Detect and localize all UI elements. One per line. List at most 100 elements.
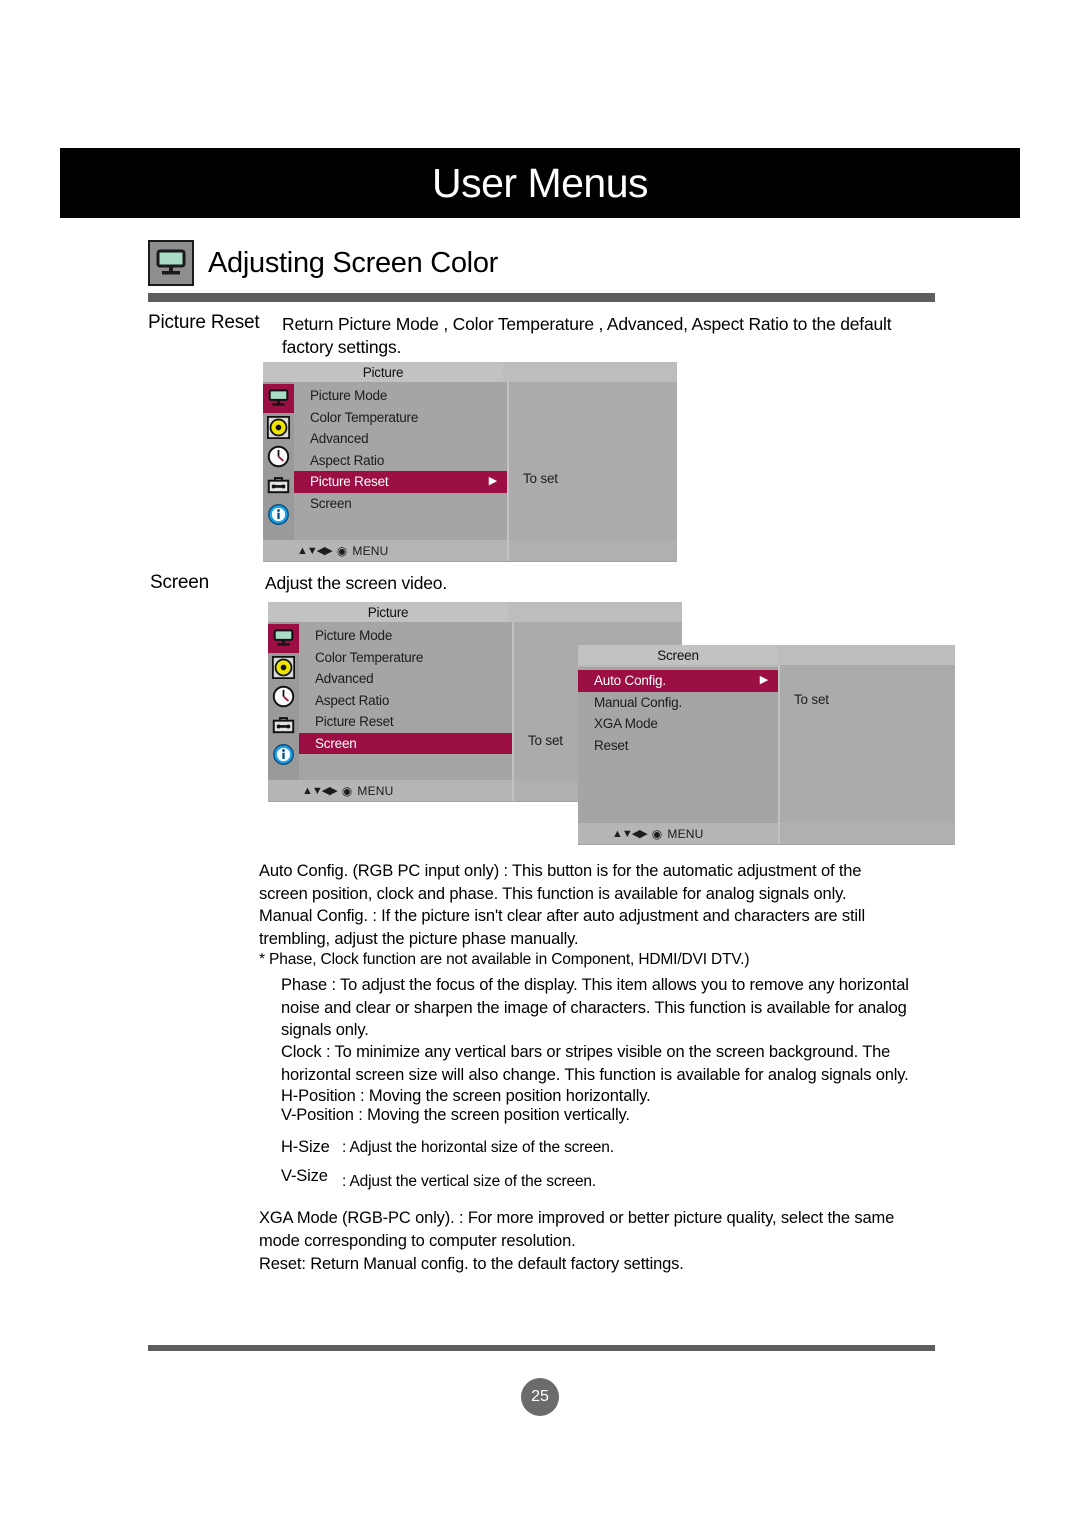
osd-item-picture-reset[interactable]: Picture Reset ▶	[294, 471, 507, 493]
osd-title-row: Picture	[263, 362, 677, 382]
osd-item-label: Picture Mode	[310, 388, 388, 404]
osd-item-color-temperature[interactable]: Color Temperature	[294, 407, 507, 429]
picture-reset-label: Picture Reset	[148, 312, 260, 333]
osd-title: Picture	[268, 602, 508, 622]
menu-label: MENU	[352, 543, 389, 558]
rail-icon-info[interactable]	[268, 740, 299, 769]
osd-item-xga-mode[interactable]: XGA Mode	[578, 713, 778, 735]
osd-body: Auto Config. ▶ Manual Config. XGA Mode R…	[578, 665, 955, 823]
osd-item-picture-reset[interactable]: Picture Reset	[299, 711, 512, 733]
osd-right-pane: To set	[507, 382, 677, 540]
h-size-label: H-Size	[281, 1138, 330, 1156]
osd-item-aspect-ratio[interactable]: Aspect Ratio	[294, 450, 507, 472]
osd-title-right-pane	[508, 602, 682, 622]
v-size-label: V-Size	[281, 1167, 328, 1185]
osd-item-label: Aspect Ratio	[315, 692, 390, 708]
rail-icon-toolbox[interactable]	[263, 471, 294, 500]
osd-title-right-pane	[503, 362, 677, 382]
nav-arrows-icon: ▲▼◀▶	[297, 545, 333, 557]
nav-arrows-icon: ▲▼◀▶	[302, 785, 338, 797]
phase-description: Phase : To adjust the focus of the displ…	[281, 976, 909, 1039]
osd-right-pane: To set	[778, 665, 955, 823]
manual-config-description: Manual Config. : If the picture isn't cl…	[259, 907, 865, 948]
screen-label: Screen	[150, 572, 210, 593]
phase-clock-note: * Phase, Clock function are not availabl…	[259, 951, 750, 968]
osd-item-list[interactable]: Picture Mode Color Temperature Advanced …	[294, 382, 507, 540]
menu-label: MENU	[667, 826, 704, 841]
osd-item-list[interactable]: Picture Mode Color Temperature Advanced …	[299, 622, 512, 780]
xga-mode-description: XGA Mode (RGB-PC only). : For more impro…	[259, 1209, 895, 1250]
osd-category-rail[interactable]	[263, 382, 294, 540]
reset-description: Reset: Return Manual config. to the defa…	[259, 1255, 684, 1273]
osd-category-rail[interactable]	[268, 622, 299, 780]
auto-config-description: Auto Config. (RGB PC input only) : This …	[259, 862, 862, 903]
osd-title: Picture	[263, 362, 503, 382]
osd-item-label: Picture Reset	[310, 474, 389, 490]
osd-item-advanced[interactable]: Advanced	[294, 428, 507, 450]
osd-nav-hints: ▲▼◀▶ ◉ MENU	[268, 780, 512, 801]
ok-dot-icon: ◉	[651, 826, 663, 841]
osd-item-label: XGA Mode	[594, 716, 658, 732]
osd-item-picture-mode[interactable]: Picture Mode	[294, 385, 507, 407]
osd-footer: ▲▼◀▶ ◉ MENU	[578, 823, 955, 844]
rail-icon-info[interactable]	[263, 500, 294, 529]
rail-icon-clock[interactable]	[263, 442, 294, 471]
v-size-description: : Adjust the vertical size of the screen…	[342, 1173, 597, 1190]
osd-item-advanced[interactable]: Advanced	[299, 668, 512, 690]
osd-menu-picture-reset[interactable]: Picture Picture Mode Color Temperature A…	[263, 362, 677, 562]
manual-page: User Menus Adjusting Screen Color Pictur…	[0, 0, 1080, 1530]
osd-nav-hints: ▲▼◀▶ ◉ MENU	[578, 823, 778, 844]
osd-to-set-label: To set	[794, 692, 829, 707]
rail-icon-toolbox[interactable]	[268, 711, 299, 740]
osd-item-aspect-ratio[interactable]: Aspect Ratio	[299, 690, 512, 712]
menu-label: MENU	[357, 783, 394, 798]
osd-body: Picture Mode Color Temperature Advanced …	[263, 382, 677, 540]
osd-item-label: Auto Config.	[594, 673, 666, 689]
osd-item-screen[interactable]: Screen	[299, 732, 512, 754]
osd-item-label: Color Temperature	[315, 649, 424, 665]
h-size-description: : Adjust the horizontal size of the scre…	[342, 1139, 614, 1156]
osd-item-label: Picture Reset	[315, 714, 394, 730]
ok-dot-icon: ◉	[336, 543, 348, 558]
osd-item-screen[interactable]: Screen	[294, 493, 507, 515]
osd-submenu-title: Screen	[578, 645, 778, 665]
osd-item-label: Advanced	[310, 431, 369, 447]
osd-footer-right	[507, 540, 677, 561]
osd-footer: ▲▼◀▶ ◉ MENU	[263, 540, 677, 561]
osd-item-label: Color Temperature	[310, 409, 419, 425]
osd-item-list[interactable]: Auto Config. ▶ Manual Config. XGA Mode R…	[578, 665, 778, 823]
osd-item-label: Manual Config.	[594, 694, 683, 710]
osd-item-picture-mode[interactable]: Picture Mode	[299, 625, 512, 647]
osd-title-row: Picture	[268, 602, 682, 622]
rail-icon-audio[interactable]	[263, 413, 294, 442]
osd-item-manual-config[interactable]: Manual Config.	[578, 692, 778, 714]
osd-title-right-pane	[778, 645, 955, 665]
nav-arrows-icon: ▲▼◀▶	[612, 828, 648, 840]
osd-item-color-temperature[interactable]: Color Temperature	[299, 647, 512, 669]
divider-bottom	[148, 1345, 935, 1351]
rail-icon-clock[interactable]	[268, 682, 299, 711]
osd-item-reset[interactable]: Reset	[578, 735, 778, 757]
osd-item-label: Screen	[310, 495, 352, 511]
osd-item-label: Aspect Ratio	[310, 452, 385, 468]
rail-icon-picture[interactable]	[268, 624, 299, 653]
monitor-icon	[148, 240, 194, 286]
section-heading: Adjusting Screen Color	[148, 240, 498, 286]
osd-to-set-label: To set	[523, 471, 558, 486]
osd-item-auto-config[interactable]: Auto Config. ▶	[578, 670, 778, 692]
osd-submenu-screen[interactable]: Screen Auto Config. ▶ Manual Config. XGA…	[578, 645, 955, 845]
page-banner: User Menus	[60, 148, 1020, 218]
rail-icon-picture[interactable]	[263, 384, 294, 413]
osd-title-row: Screen	[578, 645, 955, 665]
screen-description: Adjust the screen video.	[265, 573, 447, 593]
osd-footer-right	[778, 823, 955, 844]
osd-item-label: Screen	[315, 735, 357, 751]
rail-icon-audio[interactable]	[268, 653, 299, 682]
picture-reset-description: Return Picture Mode , Color Temperature …	[282, 314, 892, 357]
divider-top	[148, 293, 935, 302]
ok-dot-icon: ◉	[341, 783, 353, 798]
v-position-description: V-Position : Moving the screen position …	[281, 1106, 630, 1124]
banner-title: User Menus	[431, 159, 649, 206]
osd-item-label: Advanced	[315, 671, 374, 687]
chevron-right-icon: ▶	[488, 475, 497, 488]
